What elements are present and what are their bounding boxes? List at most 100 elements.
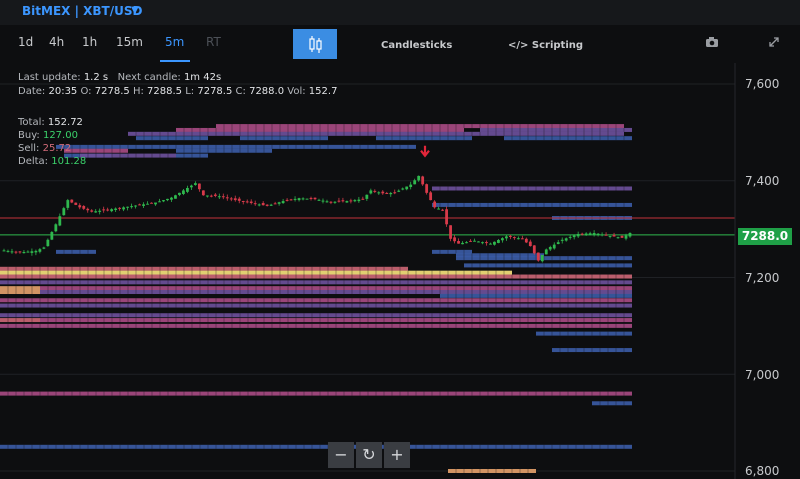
candle-body [201,190,205,196]
high-value: 7288.5 [147,86,183,97]
y-tick-label: 7,000 [745,368,780,382]
candle-body [445,209,448,225]
depth-bar [448,469,536,473]
candle-body [353,200,357,202]
candle-body [616,237,620,239]
market-selector[interactable]: BitMEX | XBT/USD [22,4,142,18]
candle-body [6,250,10,252]
chart-type-label[interactable]: Candlesticks [381,40,452,51]
candle-body [357,199,361,202]
delta-value: 101.28 [51,156,87,167]
candle-body [341,200,345,202]
candle-body [277,202,281,204]
candle-body [229,198,233,200]
zoom-out-button[interactable]: − [328,442,354,468]
candle-body [233,198,237,201]
zoom-in-button[interactable]: + [384,442,410,468]
candle-body [608,235,612,237]
candle-body [512,237,516,239]
candle-body [317,199,321,201]
candle-body [453,237,456,242]
timeframe-1h[interactable]: 1h [82,35,97,49]
total-line: Total: 152.72 [18,117,83,128]
candle-body [98,210,102,212]
candle-body [301,198,305,200]
candle-body [493,241,496,245]
candle-body [564,238,568,241]
date-value: 20:35 [48,86,78,97]
candle-body [257,204,261,206]
depth-bar [432,202,632,207]
candle-body [516,238,520,240]
timeframe-4h[interactable]: 4h [49,35,64,49]
price-chart[interactable] [0,63,800,479]
candle-body [349,200,353,202]
buy-label: Buy: [18,130,40,141]
timeframe-5m[interactable]: 5m [165,35,184,49]
candle-body [437,208,441,210]
depth-bar [592,401,632,406]
volume-label: Vol: [287,86,306,97]
next-candle-label: Next candle: [117,72,181,83]
candle-body [497,240,500,243]
timeframe-1d[interactable]: 1d [18,35,33,49]
candle-body [130,206,133,208]
candle-body [281,201,285,204]
candle-body [114,208,118,210]
candle-body [580,233,584,235]
candle-body [309,197,313,199]
candle-body [18,251,22,253]
candle-body [193,183,197,185]
candle-body [572,235,576,238]
chevron-down-icon[interactable]: ▼ [131,5,139,16]
candle-body [628,232,632,237]
candle-body [409,184,413,187]
reset-zoom-button[interactable]: ↻ [356,442,382,468]
candle-body [473,240,476,242]
candle-body [94,211,98,213]
high-label: H: [132,86,144,97]
candle-body [221,196,225,198]
ohlc-line: Date: 20:35 O: 7278.5 H: 7288.5 L: 7278.… [18,86,337,97]
candle-body [560,239,564,241]
low-value: 7278.5 [197,86,233,97]
candle-body [413,180,417,185]
candle-body [325,201,329,203]
expand-icon[interactable] [768,36,780,48]
camera-icon[interactable] [705,36,719,48]
depth-bar [136,136,208,141]
scripting-button[interactable]: </> Scripting [508,40,583,51]
timeframe-rt[interactable]: RT [206,35,221,49]
buy-value: 127.00 [42,130,78,141]
candle-body [333,201,337,203]
candle-body [217,196,221,198]
total-label: Total: [18,117,45,128]
timeframe-15m[interactable]: 15m [116,35,143,49]
candle-body [106,209,110,211]
last-update-label: Last update: [18,72,81,83]
candle-body [142,204,145,206]
y-tick-label: 7,400 [745,174,780,188]
candle-body [477,241,480,243]
reference-price-line [0,217,735,236]
buy-line: Buy: 127.00 [18,130,78,141]
candle-body [26,251,30,253]
candle-body [337,200,341,202]
candle-body [209,195,213,197]
candle-body [62,208,66,216]
candle-body [273,203,277,205]
chart-type-button[interactable] [293,29,337,59]
candle-body [253,203,257,205]
sell-line: Sell: 25.72 [18,143,71,154]
candle-body [305,198,309,200]
candle-body [122,207,126,210]
candle-body [110,209,114,212]
total-value: 152.72 [47,117,83,128]
y-tick-label: 7,200 [745,271,780,285]
candle-body [612,234,616,237]
candle-body [70,199,74,203]
depth-bar [480,127,632,132]
candle-body [74,202,78,205]
close-value: 7288.0 [249,86,285,97]
candle-body [600,234,604,236]
